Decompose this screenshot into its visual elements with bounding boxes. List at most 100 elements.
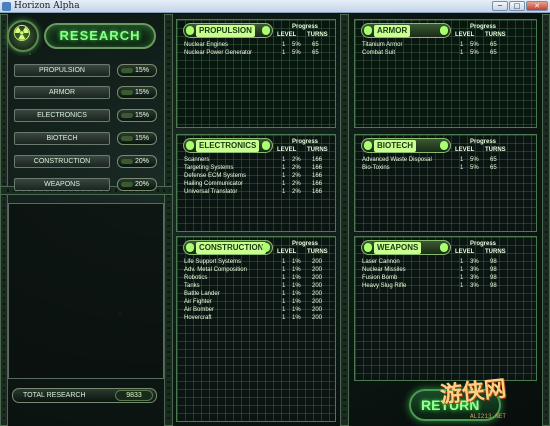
tech-row[interactable]: Tanks 1 1% 200 bbox=[184, 283, 339, 291]
electronics-button[interactable]: ELECTRONICS bbox=[14, 109, 110, 122]
tech-name: Nuclear Power Generator bbox=[184, 50, 253, 56]
tech-row[interactable]: Advanced Waste Disposal 1 5% 65 bbox=[362, 157, 517, 165]
turns-header: TURNS bbox=[307, 249, 328, 255]
armor-allocation[interactable]: 15% bbox=[117, 86, 157, 99]
tech-row[interactable]: Nuclear Power Generator 1 5% 65 bbox=[184, 50, 339, 58]
tech-progress: 3% bbox=[470, 275, 479, 281]
tech-level: 1 bbox=[282, 181, 286, 187]
tech-turns: 200 bbox=[312, 275, 323, 281]
tech-row[interactable]: Laser Cannon 1 3% 98 bbox=[362, 259, 517, 267]
tech-row[interactable]: Life Support Systems 1 1% 200 bbox=[184, 259, 339, 267]
level-header: LEVEL bbox=[277, 147, 297, 153]
tech-row[interactable]: Adv. Metal Composition 1 1% 200 bbox=[184, 267, 339, 275]
tech-row[interactable]: Targeting Systems 1 2% 166 bbox=[184, 165, 339, 173]
tech-name: Nuclear Engines bbox=[184, 42, 229, 48]
tech-row[interactable]: Nuclear Missiles 1 3% 98 bbox=[362, 267, 517, 275]
tech-row[interactable]: Fusion Bomb 1 3% 98 bbox=[362, 275, 517, 283]
tech-row[interactable]: Scanners 1 2% 166 bbox=[184, 157, 339, 165]
tech-level: 1 bbox=[282, 50, 286, 56]
category-row-electronics: ELECTRONICS 15% bbox=[14, 109, 159, 122]
weapons-button[interactable]: WEAPONS bbox=[14, 178, 110, 191]
construction-allocation[interactable]: 20% bbox=[117, 155, 157, 168]
propulsion-button[interactable]: PROPULSION bbox=[14, 64, 110, 77]
tech-name: Life Support Systems bbox=[184, 259, 242, 265]
panel-header: ELECTRONICS bbox=[183, 138, 273, 153]
tech-name: Universal Translator bbox=[184, 189, 238, 195]
total-research: TOTAL RESEARCH 9833 bbox=[12, 388, 157, 403]
tech-level: 1 bbox=[282, 299, 286, 305]
tech-row[interactable]: Air Bomber 1 1% 200 bbox=[184, 307, 339, 315]
panel-header: BIOTECH bbox=[361, 138, 451, 153]
tech-turns: 200 bbox=[312, 307, 323, 313]
tech-list: Life Support Systems 1 1% 200 Adv. Metal Co… bbox=[184, 259, 339, 323]
progress-header: Progress bbox=[292, 139, 319, 145]
tech-row[interactable]: Battle Lander 1 1% 200 bbox=[184, 291, 339, 299]
tech-row[interactable]: Robotics 1 1% 200 bbox=[184, 275, 339, 283]
tech-progress: 3% bbox=[470, 259, 479, 265]
turns-header: TURNS bbox=[485, 32, 506, 38]
tech-row[interactable]: Universal Translator 1 2% 166 bbox=[184, 189, 339, 197]
panel-armor: ARMOR Progress LEVEL TURNS Titanium Armo… bbox=[354, 19, 537, 128]
tech-row[interactable]: Defense ECM Systems 1 2% 166 bbox=[184, 173, 339, 181]
tech-turns: 200 bbox=[312, 299, 323, 305]
window-titlebar: Horizon Alpha ─ □ ✕ bbox=[0, 0, 550, 13]
tech-row[interactable]: Bio-Toxins 1 5% 65 bbox=[362, 165, 517, 173]
category-row-propulsion: PROPULSION 15% bbox=[14, 64, 159, 77]
tech-progress: 1% bbox=[292, 307, 301, 313]
construction-button[interactable]: CONSTRUCTION bbox=[14, 155, 110, 168]
tech-row[interactable]: Combat Suit 1 5% 65 bbox=[362, 50, 517, 58]
tech-progress: 1% bbox=[292, 299, 301, 305]
tech-name: Bio-Toxins bbox=[362, 165, 390, 171]
game-area: RESEARCH PROPULSION 15% ARMOR 15% ELECTR… bbox=[0, 14, 550, 426]
tech-name: Defense ECM Systems bbox=[184, 173, 247, 179]
close-button[interactable]: ✕ bbox=[526, 1, 548, 11]
armor-button[interactable]: ARMOR bbox=[14, 86, 110, 99]
tech-progress: 3% bbox=[470, 267, 479, 273]
tech-progress: 2% bbox=[292, 181, 301, 187]
biotech-button[interactable]: BIOTECH bbox=[14, 132, 110, 145]
tech-row[interactable]: Air Fighter 1 1% 200 bbox=[184, 299, 339, 307]
tech-level: 1 bbox=[282, 157, 286, 163]
right-rail bbox=[542, 14, 550, 426]
tech-turns: 166 bbox=[312, 157, 323, 163]
center-rail bbox=[164, 14, 173, 426]
tech-level: 1 bbox=[460, 275, 464, 281]
tech-row[interactable]: Hovercraft 1 1% 200 bbox=[184, 315, 339, 323]
tech-name: Tanks bbox=[184, 283, 200, 289]
tech-level: 1 bbox=[282, 259, 286, 265]
category-row-biotech: BIOTECH 15% bbox=[14, 132, 159, 145]
tech-list: Scanners 1 2% 166 Targeting Systems 1 2% 166 D… bbox=[184, 157, 339, 197]
turns-header: TURNS bbox=[307, 32, 328, 38]
tech-turns: 65 bbox=[490, 50, 497, 56]
tech-name: Air Fighter bbox=[184, 299, 212, 305]
minimize-button[interactable]: ─ bbox=[492, 1, 508, 11]
biotech-allocation[interactable]: 15% bbox=[117, 132, 157, 145]
tech-level: 1 bbox=[282, 165, 286, 171]
tech-progress: 1% bbox=[292, 283, 301, 289]
weapons-allocation[interactable]: 20% bbox=[117, 178, 157, 191]
tech-level: 1 bbox=[282, 42, 286, 48]
total-research-value: 9833 bbox=[115, 390, 153, 401]
tech-row[interactable]: Hailing Communicator 1 2% 166 bbox=[184, 181, 339, 189]
propulsion-allocation[interactable]: 15% bbox=[117, 64, 157, 77]
tech-row[interactable]: Heavy Slug Rifle 1 3% 98 bbox=[362, 283, 517, 291]
panel-header: CONSTRUCTION bbox=[183, 240, 273, 255]
electronics-allocation[interactable]: 15% bbox=[117, 109, 157, 122]
tech-name: Adv. Metal Composition bbox=[184, 267, 247, 273]
tech-row[interactable]: Nuclear Engines 1 5% 65 bbox=[184, 42, 339, 50]
tech-row[interactable]: Titanium Armor 1 5% 65 bbox=[362, 42, 517, 50]
tech-name: Battle Lander bbox=[184, 291, 220, 297]
level-header: LEVEL bbox=[277, 249, 297, 255]
tech-level: 1 bbox=[460, 157, 464, 163]
panel-header: ARMOR bbox=[361, 23, 451, 38]
maximize-button[interactable]: □ bbox=[509, 1, 525, 11]
turns-header: TURNS bbox=[485, 147, 506, 153]
tech-progress: 5% bbox=[292, 42, 301, 48]
panel-title: CONSTRUCTION bbox=[196, 242, 267, 254]
tech-name: Laser Cannon bbox=[362, 259, 400, 265]
tech-level: 1 bbox=[282, 315, 286, 321]
window-title: Horizon Alpha bbox=[14, 1, 80, 11]
tech-level: 1 bbox=[282, 173, 286, 179]
tech-progress: 1% bbox=[292, 315, 301, 321]
panel-biotech: BIOTECH Progress LEVEL TURNS Advanced Wa… bbox=[354, 134, 537, 232]
